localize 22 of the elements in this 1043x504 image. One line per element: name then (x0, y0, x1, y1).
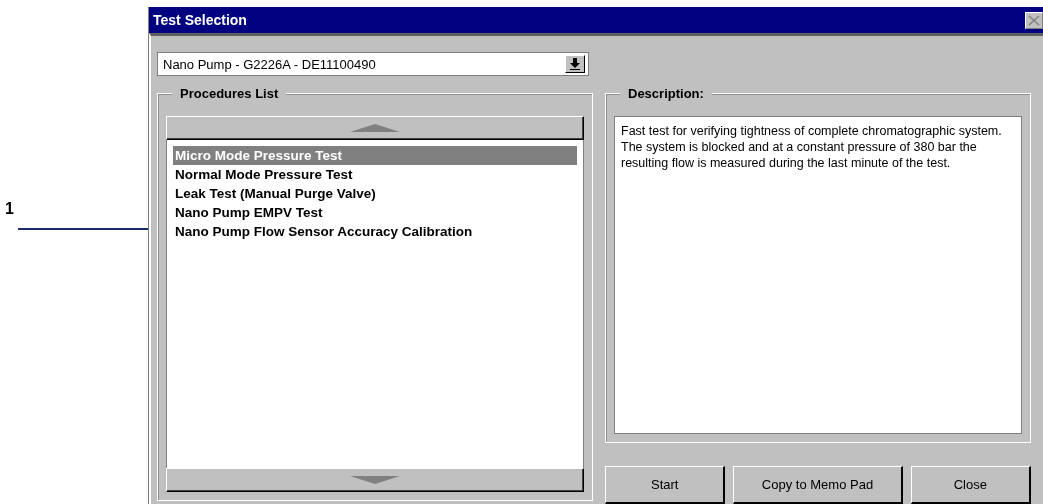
dialog-button[interactable]: Close (910, 466, 1031, 504)
group-title: Procedures List (172, 86, 287, 101)
callout-number: 1 (5, 200, 15, 218)
procedure-item[interactable]: Nano Pump EMPV Test (173, 203, 577, 222)
module-dropdown[interactable]: Nano Pump - G2226A - DE11100490 (157, 52, 589, 76)
down-triangle-icon (350, 476, 400, 484)
close-button[interactable] (1025, 11, 1043, 29)
procedure-item[interactable]: Nano Pump Flow Sensor Accuracy Calibration (173, 222, 577, 241)
dialog-button[interactable]: Copy to Memo Pad (733, 466, 903, 504)
procedure-item[interactable]: Leak Test (Manual Purge Valve) (173, 184, 577, 203)
procedure-item[interactable]: Normal Mode Pressure Test (173, 165, 577, 184)
up-triangle-icon (350, 124, 400, 132)
group-title: Description: (620, 86, 712, 101)
window-title: Test Selection (153, 12, 247, 28)
close-icon (1028, 14, 1040, 26)
scroll-down-button[interactable] (166, 468, 584, 492)
procedure-item[interactable]: Micro Mode Pressure Test (173, 146, 577, 165)
scroll-up-button[interactable] (166, 116, 584, 140)
dropdown-button[interactable] (565, 55, 585, 73)
description-text: Fast test for verifying tightness of complete chromatographic system. The system is blocked and at a constant pressure of 380 bar the resulting flow is measured during the last minute of the test. (614, 116, 1022, 434)
down-arrow-icon (570, 58, 580, 70)
dialog-button[interactable]: Start (605, 466, 726, 504)
